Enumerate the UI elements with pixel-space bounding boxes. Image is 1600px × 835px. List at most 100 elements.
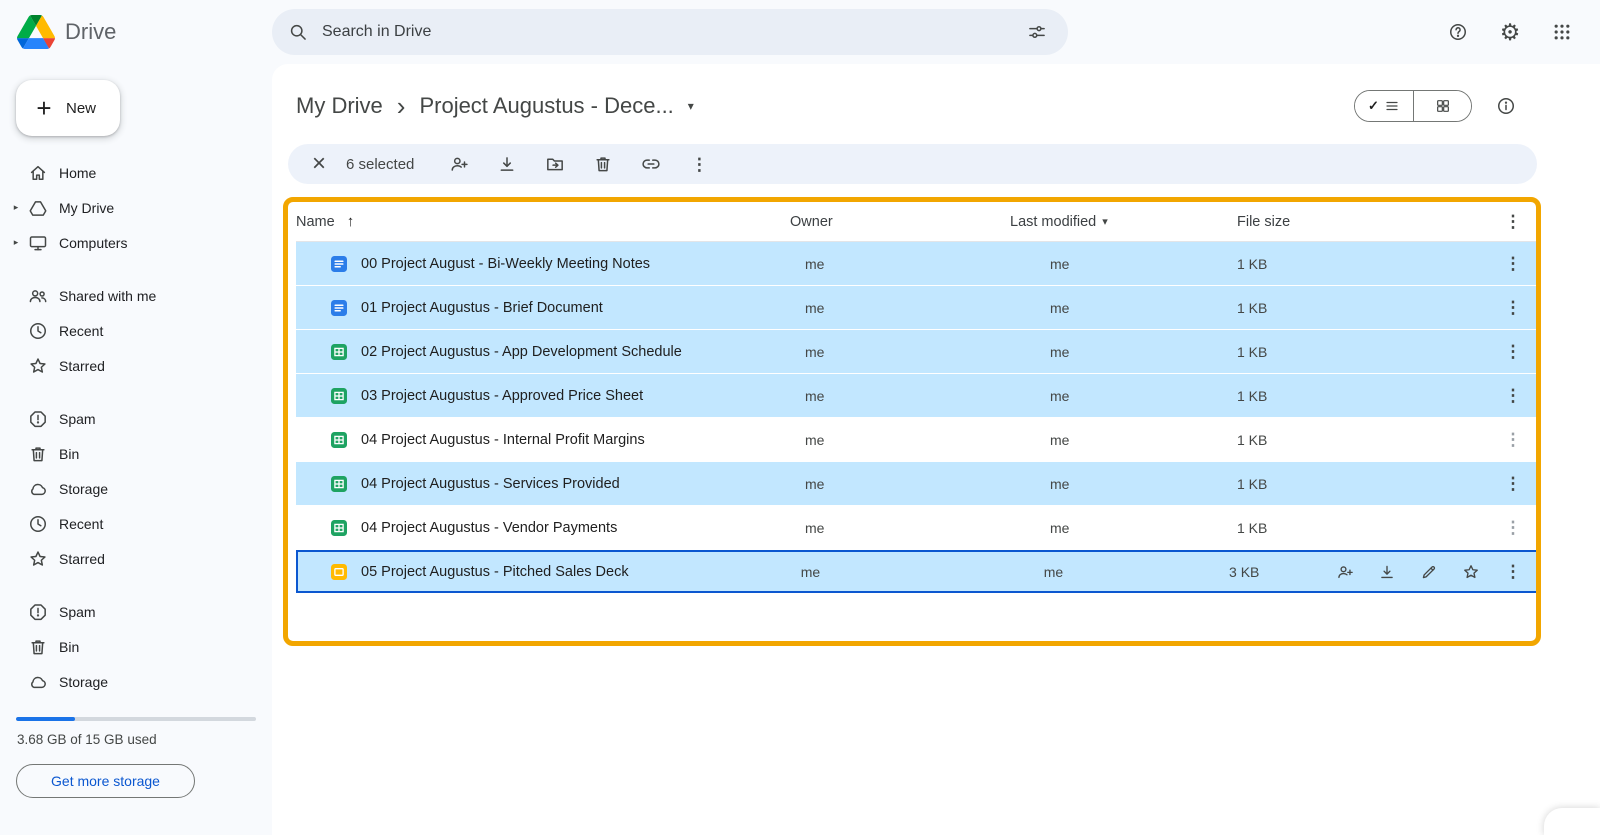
report-icon bbox=[28, 409, 48, 429]
file-name: 01 Project Augustus - Brief Document bbox=[361, 299, 603, 316]
star-icon bbox=[28, 549, 48, 569]
file-owner: me bbox=[805, 343, 825, 360]
sidebar-item-starred[interactable]: Starred bbox=[0, 348, 272, 383]
clear-selection-button[interactable]: × bbox=[306, 152, 332, 176]
sidebar-item-my-drive[interactable]: ▸ My Drive bbox=[0, 190, 272, 225]
pencil-button[interactable] bbox=[1420, 560, 1438, 584]
toolbar-actions: ⋮ bbox=[444, 149, 714, 179]
move-button[interactable] bbox=[540, 149, 570, 179]
plus-icon: + bbox=[36, 93, 52, 123]
file-row[interactable]: 03 Project Augustus - Approved Price She… bbox=[296, 374, 1540, 418]
sidebar-item-label: Starred bbox=[59, 550, 105, 567]
sidebar-item-bin[interactable]: Bin bbox=[0, 436, 272, 471]
share-button[interactable] bbox=[444, 149, 474, 179]
view-controls: ✓ bbox=[1354, 88, 1524, 124]
sidebar-item-spam[interactable]: Spam bbox=[0, 594, 272, 629]
sidebar-item-storage[interactable]: Storage bbox=[0, 664, 272, 699]
sidebar-item-bin[interactable]: Bin bbox=[0, 629, 272, 664]
file-row[interactable]: 05 Project Augustus - Pitched Sales Deck… bbox=[296, 550, 1540, 594]
header-actions: ⚙ bbox=[1438, 12, 1582, 52]
file-size: 1 KB bbox=[1237, 475, 1268, 492]
move-icon bbox=[545, 154, 565, 174]
star-button[interactable] bbox=[1462, 560, 1480, 584]
pencil-icon bbox=[1420, 562, 1438, 582]
drive-logo[interactable]: Drive bbox=[17, 0, 116, 64]
new-button[interactable]: + New bbox=[16, 80, 121, 136]
expand-arrow-icon[interactable]: ▸ bbox=[8, 237, 24, 248]
sidebar-item-recent[interactable]: Recent bbox=[0, 506, 272, 541]
star-icon bbox=[1462, 562, 1480, 582]
person-add-button[interactable] bbox=[1336, 560, 1354, 584]
delete-button[interactable] bbox=[588, 149, 618, 179]
sidebar-item-computers[interactable]: ▸ Computers bbox=[0, 225, 272, 260]
sidebar-item-shared-with-me[interactable]: Shared with me bbox=[0, 278, 272, 313]
column-file-size[interactable]: File size bbox=[1237, 214, 1345, 230]
download-icon bbox=[497, 154, 517, 174]
apps-button[interactable] bbox=[1542, 12, 1582, 52]
copy-link-button[interactable] bbox=[636, 149, 666, 179]
sidebar-item-label: Computers bbox=[59, 234, 128, 251]
column-name[interactable]: Name bbox=[296, 214, 335, 230]
sidebar-item-label: My Drive bbox=[59, 199, 115, 216]
more-options-button[interactable]: ⋮ bbox=[1504, 428, 1522, 452]
file-last-modified: me bbox=[1050, 299, 1070, 316]
file-row[interactable]: 00 Project August - Bi-Weekly Meeting No… bbox=[296, 242, 1540, 286]
search-options-button[interactable] bbox=[1020, 15, 1054, 49]
sort-caret-icon: ▾ bbox=[1102, 216, 1108, 228]
details-button[interactable] bbox=[1488, 88, 1524, 124]
file-row[interactable]: 04 Project Augustus - Vendor Payments me m… bbox=[296, 506, 1540, 550]
file-size: 1 KB bbox=[1237, 387, 1268, 404]
more-options-button[interactable]: ⋮ bbox=[1504, 560, 1522, 584]
download-button[interactable] bbox=[1378, 560, 1396, 584]
file-row[interactable]: 01 Project Augustus - Brief Document me me… bbox=[296, 286, 1540, 330]
people-icon bbox=[28, 286, 48, 306]
sidebar-item-home[interactable]: Home bbox=[0, 155, 272, 190]
more-icon: ⋮ bbox=[1504, 298, 1522, 317]
more-options-button[interactable]: ⋮ bbox=[1504, 252, 1522, 276]
file-size: 1 KB bbox=[1237, 519, 1268, 536]
search-input[interactable]: Search in Drive bbox=[272, 9, 1068, 55]
file-row[interactable]: 04 Project Augustus - Internal Profit Ma… bbox=[296, 418, 1540, 462]
list-view-button[interactable]: ✓ bbox=[1355, 91, 1413, 121]
storage-usage-text: 3.68 GB of 15 GB used bbox=[17, 732, 157, 747]
more-options-button[interactable]: ⋮ bbox=[1504, 384, 1522, 408]
sidebar-group: Spam Bin Storage bbox=[0, 594, 272, 699]
check-icon: ✓ bbox=[1368, 98, 1379, 113]
download-button[interactable] bbox=[492, 149, 522, 179]
more-options-button[interactable]: ⋮ bbox=[1504, 472, 1522, 496]
sidebar-item-spam[interactable]: Spam bbox=[0, 401, 272, 436]
more-icon: ⋮ bbox=[1504, 430, 1522, 449]
file-row[interactable]: 02 Project Augustus - App Development Sc… bbox=[296, 330, 1540, 374]
more-options-button[interactable]: ⋮ bbox=[684, 149, 714, 179]
column-owner[interactable]: Owner bbox=[790, 214, 1010, 230]
file-name: 03 Project Augustus - Approved Price She… bbox=[361, 387, 644, 404]
help-button[interactable] bbox=[1438, 12, 1478, 52]
get-more-storage-button[interactable]: Get more storage bbox=[16, 764, 195, 798]
home-icon bbox=[28, 163, 48, 183]
search-placeholder: Search in Drive bbox=[322, 23, 432, 40]
app-title: Drive bbox=[65, 19, 117, 44]
file-row[interactable]: 04 Project Augustus - Services Provided m… bbox=[296, 462, 1540, 506]
table-more-options-button[interactable]: ⋮ bbox=[1504, 210, 1522, 234]
expand-arrow-icon[interactable]: ▸ bbox=[8, 202, 24, 213]
cloud-icon bbox=[28, 479, 48, 499]
more-icon: ⋮ bbox=[1504, 254, 1522, 273]
sheets-icon bbox=[330, 519, 348, 537]
new-button-label: New bbox=[66, 99, 97, 117]
more-options-button[interactable]: ⋮ bbox=[1504, 340, 1522, 364]
breadcrumb-my-drive[interactable]: My Drive bbox=[296, 93, 383, 119]
more-options-button[interactable]: ⋮ bbox=[1504, 296, 1522, 320]
sidebar-group: Home ▸ My Drive ▸ Computers bbox=[0, 155, 272, 260]
column-last-modified[interactable]: Last modified ▾ bbox=[1010, 214, 1237, 230]
sidebar-item-starred[interactable]: Starred bbox=[0, 541, 272, 576]
breadcrumb-current-folder[interactable]: Project Augustus - Dece... ▾ bbox=[419, 93, 693, 119]
sidebar-item-recent[interactable]: Recent bbox=[0, 313, 272, 348]
star-icon bbox=[28, 356, 48, 376]
sort-ascending-icon[interactable]: ↑ bbox=[347, 213, 355, 230]
settings-button[interactable]: ⚙ bbox=[1490, 12, 1530, 52]
file-size: 1 KB bbox=[1237, 343, 1268, 360]
computers-icon bbox=[28, 233, 48, 253]
more-options-button[interactable]: ⋮ bbox=[1504, 516, 1522, 540]
grid-view-button[interactable] bbox=[1413, 91, 1471, 121]
sidebar-item-storage[interactable]: Storage bbox=[0, 471, 272, 506]
